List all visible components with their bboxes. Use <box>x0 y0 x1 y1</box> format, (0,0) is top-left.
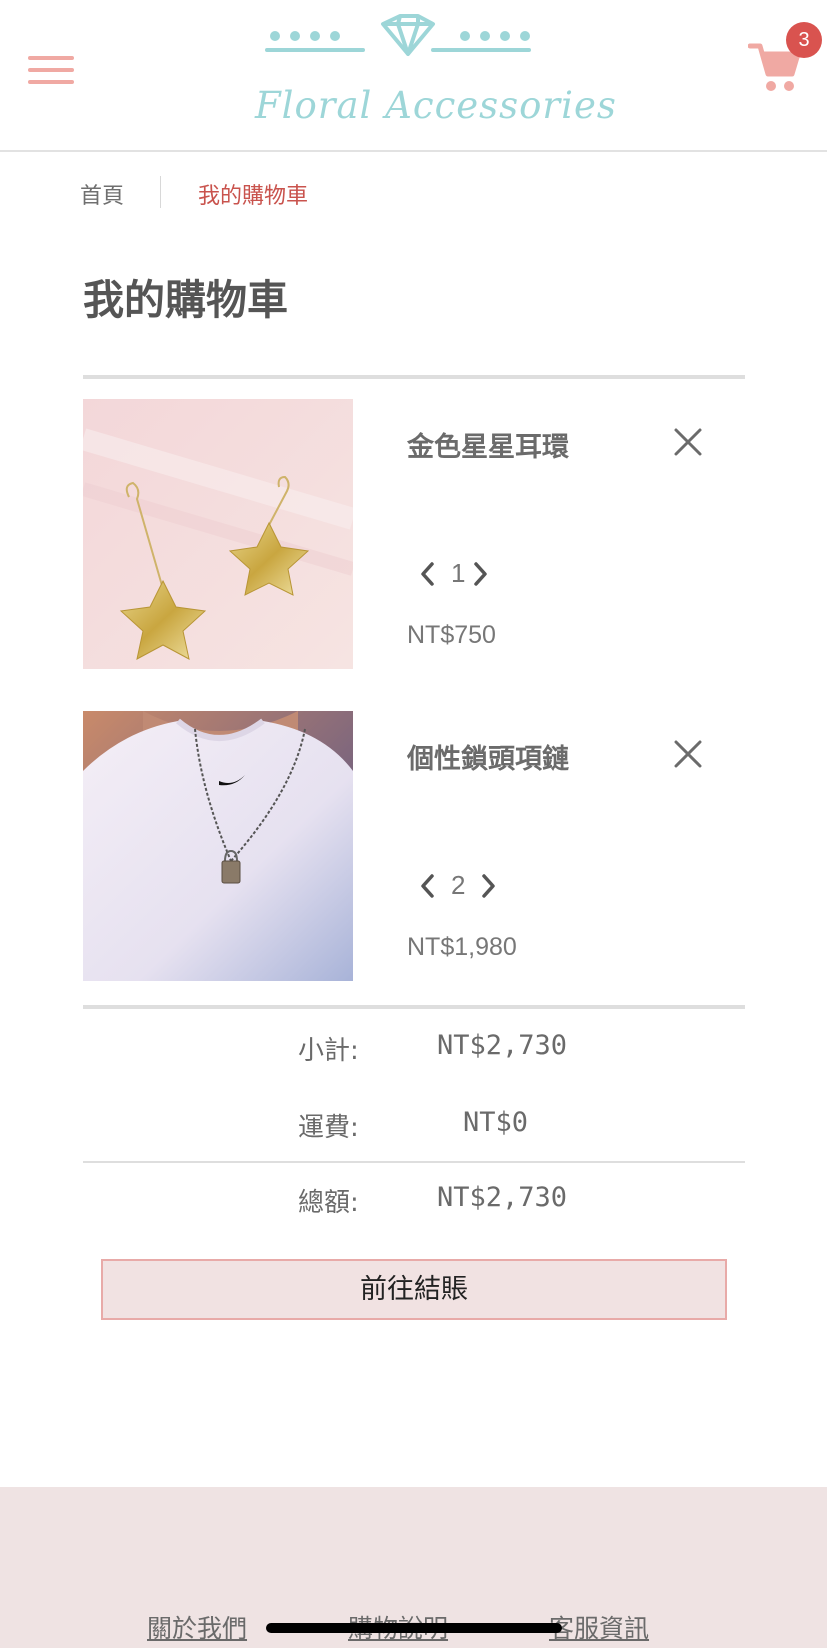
total-value: NT$2,730 <box>437 1182 568 1213</box>
item-name[interactable]: 個性鎖頭項鏈 <box>407 737 569 776</box>
decrease-quantity-chevron-left-icon[interactable] <box>417 873 439 899</box>
item-price: NT$750 <box>407 621 496 649</box>
subtotal-row: 小計: NT$2,730 <box>0 1030 827 1070</box>
decrease-quantity-chevron-left-icon[interactable] <box>417 561 439 587</box>
total-row: 總額: NT$2,730 <box>0 1182 827 1222</box>
hamburger-menu-icon[interactable] <box>28 52 74 88</box>
gold-star-earrings-image[interactable] <box>83 399 353 669</box>
increase-quantity-chevron-right-icon[interactable] <box>477 873 499 899</box>
page-title: 我的購物車 <box>83 276 288 324</box>
diamond-logo-icon <box>265 14 531 56</box>
breadcrumb-home-link[interactable]: 首頁 <box>80 178 124 210</box>
site-header: Floral Accessories <box>0 0 827 152</box>
cart-count-badge: 3 <box>786 22 822 58</box>
lock-necklace-image[interactable] <box>83 711 353 981</box>
item-name[interactable]: 金色星星耳環 <box>407 425 569 464</box>
site-logo[interactable]: Floral Accessories <box>255 12 617 132</box>
remove-item-close-icon[interactable] <box>671 737 705 771</box>
shipping-value: NT$0 <box>463 1107 529 1138</box>
checkout-button[interactable]: 前往結賬 <box>101 1259 727 1320</box>
increase-quantity-chevron-right-icon[interactable] <box>469 561 491 587</box>
quantity-value: 1 <box>451 558 466 588</box>
divider <box>83 1161 745 1163</box>
shipping-label: 運費: <box>298 1113 359 1143</box>
item-price: NT$1,980 <box>407 933 517 961</box>
subtotal-value: NT$2,730 <box>437 1030 568 1061</box>
footer-link-customer-service[interactable]: 客服資訊 <box>549 1609 649 1645</box>
remove-item-close-icon[interactable] <box>671 425 705 459</box>
breadcrumb-current: 我的購物車 <box>198 184 309 209</box>
footer-link-about[interactable]: 關於我們 <box>147 1609 247 1645</box>
shipping-row: 運費: NT$0 <box>0 1107 827 1147</box>
divider <box>83 1005 745 1009</box>
cart-item: 金色星星耳環 1 NT$750 <box>83 399 745 669</box>
cart-item: 個性鎖頭項鏈 2 NT$1,980 <box>83 711 745 981</box>
subtotal-label: 小計: <box>298 1036 359 1066</box>
logo-text: Floral Accessories <box>255 84 617 127</box>
breadcrumb-separator <box>160 176 161 208</box>
total-label: 總額: <box>298 1188 359 1218</box>
quantity-value: 2 <box>451 870 466 900</box>
divider <box>83 375 745 379</box>
home-indicator[interactable] <box>266 1623 562 1633</box>
